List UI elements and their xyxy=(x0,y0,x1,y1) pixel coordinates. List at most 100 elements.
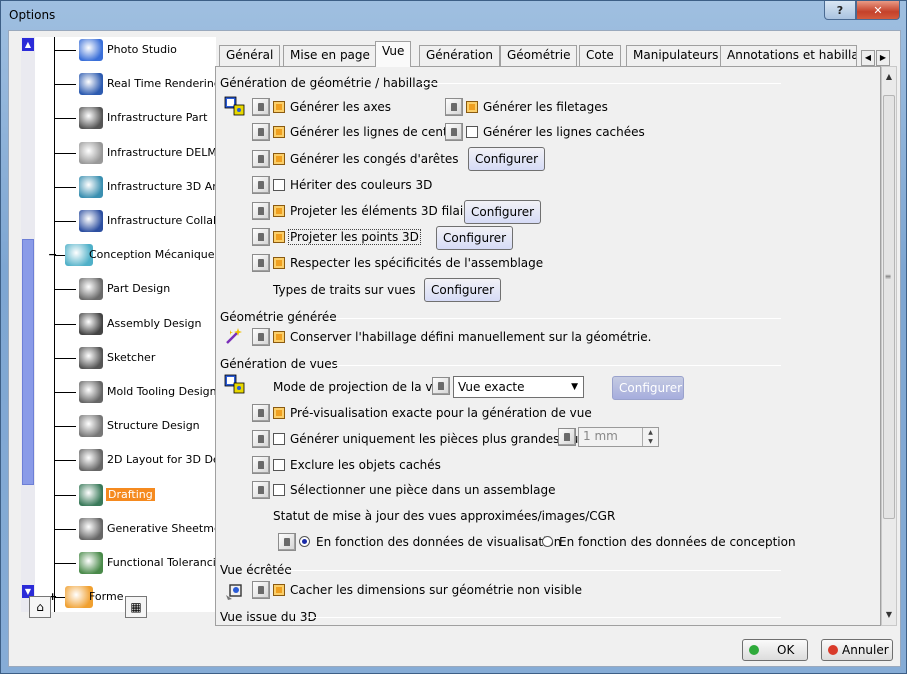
2d-layout-icon xyxy=(79,449,103,472)
tab-mise-en-page[interactable]: Mise en page xyxy=(283,45,377,66)
tree-item[interactable]: Infrastructure Collabo xyxy=(21,204,216,238)
tab-vue[interactable]: Vue xyxy=(375,41,412,67)
lock-habillage[interactable] xyxy=(252,328,270,346)
delmia-icon xyxy=(79,141,103,164)
lock-mode[interactable] xyxy=(432,377,450,395)
tree-item-label: Infrastructure 3D Anr xyxy=(107,179,216,193)
ok-button[interactable]: OK xyxy=(742,639,808,661)
tree-item[interactable]: Infrastructure DELMIA xyxy=(21,136,216,170)
tree-item[interactable]: Photo Studio xyxy=(21,37,216,67)
dialog-client: ▲ ▼ Photo Studio Real Time Rendering Infra… xyxy=(8,30,901,667)
lock-points[interactable] xyxy=(252,228,270,246)
label-cacher: Cacher les dimensions sur géométrie non … xyxy=(290,583,582,597)
checkbox-previs[interactable] xyxy=(273,407,285,419)
lock-selectionner[interactable] xyxy=(252,481,270,499)
tab-scroll-right[interactable]: ▶ xyxy=(876,50,890,66)
label-previs: Pré-visualisation exacte pour la générat… xyxy=(290,406,592,420)
tab-manipulateurs[interactable]: Manipulateurs xyxy=(626,45,726,66)
checkbox-cachees[interactable] xyxy=(466,126,478,138)
photo-studio-icon xyxy=(79,39,103,61)
tree-item-label: Photo Studio xyxy=(107,43,177,56)
lock-cachees[interactable] xyxy=(445,123,463,141)
lock-conges[interactable] xyxy=(252,150,270,168)
label-filetages: Générer les filetages xyxy=(483,100,608,114)
content-scroll-thumb[interactable] xyxy=(883,95,895,519)
tree-item[interactable]: Generative Sheetmeta xyxy=(21,512,216,546)
tree-item[interactable]: Functional Tolerancir xyxy=(21,546,216,580)
lock-settings-icon[interactable]: ▦ xyxy=(125,596,147,618)
lock-couleurs[interactable] xyxy=(252,176,270,194)
checkbox-points[interactable] xyxy=(273,231,285,243)
checkbox-filaires[interactable] xyxy=(273,205,285,217)
checkbox-selectionner[interactable] xyxy=(273,484,285,496)
view-generation-icon xyxy=(224,374,245,394)
checkbox-filetages[interactable] xyxy=(466,101,478,113)
tab-general[interactable]: Général xyxy=(219,45,281,66)
tab-generation[interactable]: Génération xyxy=(419,45,500,66)
tree-item[interactable]: Mold Tooling Design xyxy=(21,375,216,409)
checkbox-centres[interactable] xyxy=(273,126,285,138)
reset-icon[interactable]: ⌂ xyxy=(29,596,51,618)
radio-visualisation[interactable] xyxy=(299,536,310,547)
tree-item[interactable]: Structure Design xyxy=(21,409,216,443)
tree-item[interactable]: Sketcher xyxy=(21,341,216,375)
checkbox-exclure[interactable] xyxy=(273,459,285,471)
lock-previs[interactable] xyxy=(252,404,270,422)
lock-filaires[interactable] xyxy=(252,202,270,220)
collapse-icon[interactable]: − xyxy=(48,248,57,261)
tab-annotations[interactable]: Annotations et habillage xyxy=(720,45,857,66)
tree-item[interactable]: Drafting xyxy=(21,478,216,512)
tree-item[interactable]: Part Design xyxy=(21,272,216,306)
tree-item[interactable]: Conception Mécanique − xyxy=(21,238,216,272)
tab-geometrie[interactable]: Géométrie xyxy=(500,45,578,66)
tree-item[interactable]: Infrastructure 3D Anr xyxy=(21,170,216,204)
3d-annotation-icon xyxy=(79,175,103,198)
checkbox-assemblage[interactable] xyxy=(273,257,285,269)
checkbox-conges[interactable] xyxy=(273,153,285,165)
lock-size[interactable] xyxy=(558,428,576,446)
label-grandes: Générer uniquement les pièces plus grand… xyxy=(290,432,586,446)
lock-grandes[interactable] xyxy=(252,430,270,448)
configure-points-button[interactable]: Configurer xyxy=(436,226,514,250)
tree-item[interactable]: Assembly Design xyxy=(21,307,216,341)
cancel-button[interactable]: Annuler xyxy=(821,639,893,661)
section-divider xyxy=(328,365,781,366)
lock-exclure[interactable] xyxy=(252,456,270,474)
mold-tooling-icon xyxy=(79,381,103,403)
content-scroll-up[interactable]: ▲ xyxy=(883,70,895,84)
lock-axes[interactable] xyxy=(252,98,270,116)
lock-statut[interactable] xyxy=(278,533,296,551)
help-button[interactable]: ? xyxy=(824,1,856,20)
configure-filaires-button[interactable]: Configurer xyxy=(464,200,542,224)
content-scroll-down[interactable]: ▼ xyxy=(883,608,895,622)
checkbox-cacher[interactable] xyxy=(273,584,285,596)
radio-conception[interactable] xyxy=(542,536,553,547)
window-title: Options xyxy=(9,8,56,22)
content-scrollbar[interactable]: ▲ ≡ ▼ xyxy=(881,66,897,626)
section-divider xyxy=(421,83,781,84)
tree-branch xyxy=(54,84,76,86)
tree-item[interactable]: Real Time Rendering xyxy=(21,67,216,101)
mode-select[interactable]: Vue exacte ▼ xyxy=(453,376,584,398)
checkbox-grandes[interactable] xyxy=(273,433,285,445)
lock-filetages[interactable] xyxy=(445,98,463,116)
sheetmetal-icon xyxy=(79,517,103,540)
options-window: Options ? ✕ ▲ ▼ Photo Studio Real Time Re… xyxy=(0,0,907,674)
checkbox-habillage[interactable] xyxy=(273,331,285,343)
configure-traits-button[interactable]: Configurer xyxy=(424,278,502,302)
tree-item[interactable]: Infrastructure Part xyxy=(21,101,216,135)
checkbox-couleurs[interactable] xyxy=(273,179,285,191)
lock-cacher[interactable] xyxy=(252,581,270,599)
lock-assemblage[interactable] xyxy=(252,254,270,272)
tab-cote[interactable]: Cote xyxy=(579,45,621,66)
tree-item[interactable]: 2D Layout for 3D Des xyxy=(21,443,216,477)
label-habillage: Conserver l'habillage défini manuellemen… xyxy=(290,330,652,344)
lock-centres[interactable] xyxy=(252,123,270,141)
label-couleurs: Hériter des couleurs 3D xyxy=(290,178,433,192)
label-statut: Statut de mise à jour des vues approximé… xyxy=(273,509,616,523)
tab-scroll-left[interactable]: ◀ xyxy=(861,50,875,66)
options-tree: ▲ ▼ Photo Studio Real Time Rendering Infra… xyxy=(21,37,216,612)
checkbox-axes[interactable] xyxy=(273,101,285,113)
close-button[interactable]: ✕ xyxy=(856,1,900,20)
configure-conges-button[interactable]: Configurer xyxy=(468,147,546,171)
